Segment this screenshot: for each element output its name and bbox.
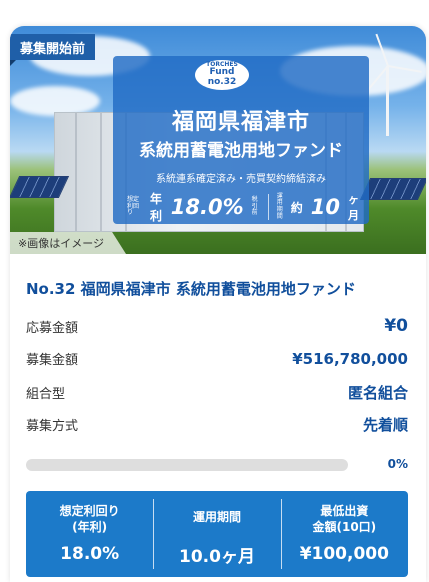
detail-label: 募集方式 xyxy=(26,419,79,434)
hero-subtitle: 系統連系確定済み・売買契約締結済み xyxy=(156,174,326,185)
detail-row-partnership-type: 組合型 匿名組合 xyxy=(26,382,408,403)
yield-label: 年 利 xyxy=(150,192,163,223)
yield-tax-label: 税引前 xyxy=(251,196,258,217)
progress-bar xyxy=(26,459,348,471)
status-badge: 募集開始前 xyxy=(10,34,96,66)
yield-small-label: 想定利回り xyxy=(127,196,140,217)
fund-title[interactable]: No.32 福岡県福津市 系統用蓄電池用地ファンド xyxy=(26,278,416,299)
detail-row-offering-amount: 募集金額 ¥516,780,000 xyxy=(26,349,408,369)
fund-logo: TORCHES Fund no.32 xyxy=(195,60,249,90)
detail-value: 匿名組合 xyxy=(347,384,408,402)
detail-row-application-amount: 応募金額 ¥0 xyxy=(26,316,408,336)
stat-value: 18.0% xyxy=(60,544,120,564)
detail-row-offering-method: 募集方式 先着順 xyxy=(26,414,408,435)
fund-card[interactable]: TORCHES Fund no.32 福岡県福津市 系統用蓄電池用地ファンド 系… xyxy=(10,26,426,582)
yield-value: 18.0% xyxy=(170,195,244,219)
period-value: 10 xyxy=(310,195,340,219)
hero-image[interactable]: TORCHES Fund no.32 福岡県福津市 系統用蓄電池用地ファンド 系… xyxy=(10,26,426,254)
period-small-label: 運用 期間 xyxy=(276,192,283,220)
solar-panel xyxy=(359,178,426,200)
detail-value: ¥0 xyxy=(384,316,408,336)
hero-metrics: 想定利回り 年 利 18.0% 税引前 運用 期間 約 10 ヶ月 xyxy=(127,190,359,224)
stat-minimum-investment: 最低出資 金額(10口) ¥100,000 xyxy=(280,491,408,577)
stat-value: 10.0ヶ月 xyxy=(179,546,255,567)
hero-title-line2: 系統用蓄電池用地ファンド xyxy=(139,141,343,161)
period-small1: 運用 xyxy=(276,192,283,207)
stat-heading: 運用期間 xyxy=(192,509,241,524)
stat-heading: 最低出資 金額(10口) xyxy=(312,504,377,534)
hero-title-line1: 福岡県福津市 xyxy=(171,109,310,135)
detail-label: 応募金額 xyxy=(26,320,79,336)
hero-overlay: TORCHES Fund no.32 福岡県福津市 系統用蓄電池用地ファンド 系… xyxy=(113,56,369,224)
image-caption: ※画像はイメージ xyxy=(10,232,126,254)
stats-panel: 想定利回り (年利) 18.0% 運用期間 10.0ヶ月 最低出資 金額(10口… xyxy=(26,491,408,577)
period-unit: ヶ月 xyxy=(348,193,359,222)
detail-label: 募集金額 xyxy=(26,353,79,368)
wind-turbine xyxy=(386,66,389,136)
period-small2: 期間 xyxy=(276,206,283,220)
detail-label: 組合型 xyxy=(26,387,66,402)
progress-percent: 0% xyxy=(387,457,408,471)
logo-line2: Fund no.32 xyxy=(207,67,237,88)
solar-panel xyxy=(10,176,70,198)
stat-operation-period: 運用期間 10.0ヶ月 xyxy=(153,491,280,577)
stat-value: ¥100,000 xyxy=(299,544,389,564)
stat-expected-yield: 想定利回り (年利) 18.0% xyxy=(26,491,153,577)
detail-value: 先着順 xyxy=(362,416,408,434)
period-prefix: 約 xyxy=(290,200,303,215)
stat-heading: 想定利回り (年利) xyxy=(59,504,120,534)
detail-value: ¥516,780,000 xyxy=(292,349,408,368)
